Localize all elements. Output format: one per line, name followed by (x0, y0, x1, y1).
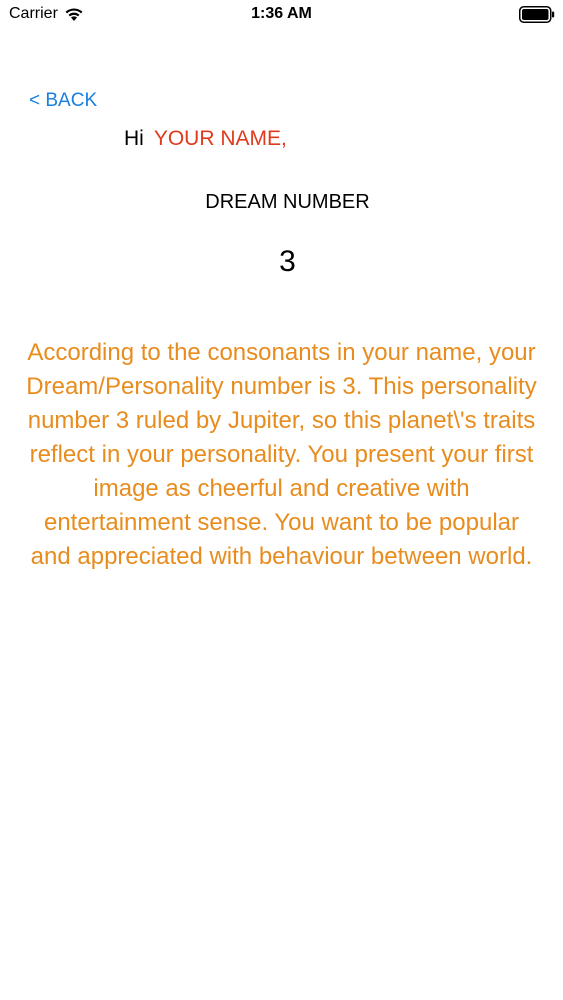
dream-number-label: DREAM NUMBER (205, 191, 370, 213)
user-name: YOUR NAME, (153, 127, 287, 150)
back-button[interactable]: < BACK (29, 90, 97, 112)
status-bar: Carrier 1:36 AM (0, 0, 563, 30)
status-time: 1:36 AM (251, 5, 312, 22)
greeting-hi: Hi (124, 127, 144, 150)
greeting: Hi YOUR NAME, (124, 127, 287, 151)
personality-description: According to the consonants in your name… (26, 339, 537, 570)
dream-number-value: 3 (279, 245, 296, 278)
battery-full-icon (519, 6, 555, 23)
